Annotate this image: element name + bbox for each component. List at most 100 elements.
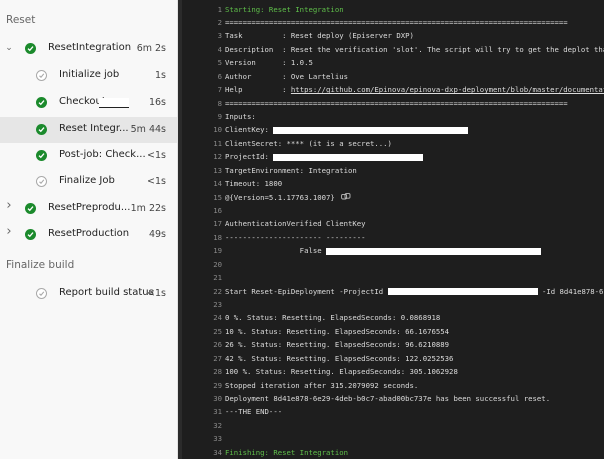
chevron-down-icon[interactable]: ⌄ [4, 43, 14, 53]
log-line: 10 %. Status: Resetting. ElapsedSeconds:… [225, 325, 449, 339]
log-text: ClientSecret: **** (it is a secret...) [225, 138, 392, 148]
log-text: ---THE END--- [225, 407, 283, 417]
skipped-icon [36, 70, 47, 81]
chevron-right-icon[interactable]: › [4, 225, 14, 238]
line-number: 28 [213, 367, 222, 377]
success-check-icon [36, 124, 47, 135]
success-check-icon [36, 97, 47, 108]
log-text: Inputs: [225, 111, 256, 121]
line-number: 17 [213, 219, 222, 229]
log-line: ---THE END--- [225, 405, 282, 419]
redaction-bar [387, 288, 538, 296]
step-row[interactable]: Report build status <1s [0, 281, 177, 307]
log-line: ========================================… [225, 16, 568, 30]
step-row[interactable]: Reset Integr... 5m 44s [0, 117, 177, 143]
line-number: 34 [213, 447, 222, 457]
log-line: Version : 1.0.5 [225, 56, 313, 70]
success-check-icon [25, 203, 36, 214]
line-number: 30 [213, 393, 222, 403]
redaction-bar [273, 126, 469, 134]
line-number: 24 [213, 313, 222, 323]
redaction-bar [326, 247, 542, 255]
stage-header-reset: Reset [6, 14, 36, 26]
line-number: 9 [217, 111, 222, 121]
log-text: @{Version=5.1.17763.1007} [225, 192, 335, 202]
log-line: Task : Reset deploy (Episerver DXP) [225, 29, 414, 43]
skipped-icon [36, 176, 47, 187]
log-text: Starting: Reset Integration [225, 4, 344, 14]
copy-icon[interactable] [340, 191, 351, 205]
line-number: 12 [213, 152, 222, 162]
log-line: 0 %. Status: Resetting. ElapsedSeconds: … [225, 311, 440, 325]
line-number: 2 [217, 17, 222, 27]
log-text: Deployment 8d41e878-6e29-4deb-b0c7-abad0… [225, 393, 551, 403]
log-line: 26 %. Status: Resetting. ElapsedSeconds:… [225, 338, 449, 352]
line-number: 13 [213, 165, 222, 175]
line-number: 11 [213, 138, 222, 148]
step-row[interactable]: Initialize job 1s [0, 63, 177, 89]
step-label: ResetPreprodu... [48, 202, 131, 213]
skipped-icon [36, 288, 47, 299]
step-duration: <1s [147, 176, 166, 187]
job-row[interactable]: › ResetPreprodu... 1m 22s [0, 196, 177, 222]
help-link[interactable]: https://github.com/Epinova/epinova-dxp-d… [291, 85, 604, 94]
log-text: ---------------------- --------- [225, 232, 366, 242]
log-line: TargetEnvironment: Integration [225, 164, 357, 178]
log-text: 100 %. Status: Resetting. ElapsedSeconds… [225, 367, 458, 377]
line-number: 5 [217, 58, 222, 68]
log-line: Starting: Reset Integration [225, 3, 344, 17]
line-number: 3 [217, 31, 222, 41]
job-steps-panel: Reset ⌄ ResetIntegration 6m 2s Initialize j… [0, 0, 178, 459]
line-number: 19 [213, 246, 222, 256]
log-panel: 1 Starting: Reset Integration 2 ===========… [178, 0, 604, 459]
line-number: 7 [217, 85, 222, 95]
log-text: AuthenticationVerified ClientKey [225, 219, 366, 229]
log-text: Author : Ove Lartelius [225, 71, 349, 81]
log-line: Deployment 8d41e878-6e29-4deb-b0c7-abad0… [225, 392, 550, 406]
log-line: Finishing: Reset Integration [225, 446, 348, 459]
line-number: 16 [213, 205, 222, 215]
step-duration: 6m 2s [136, 43, 166, 54]
stage-header-finalize: Finalize build [6, 259, 75, 271]
log-line: 100 %. Status: Resetting. ElapsedSeconds… [225, 365, 458, 379]
job-row[interactable]: ⌄ ResetIntegration 6m 2s [0, 36, 177, 62]
job-row[interactable]: › ResetProduction 49s [0, 222, 177, 248]
log-line: False [225, 244, 542, 258]
redaction-box [99, 98, 129, 108]
step-row[interactable]: Post-job: Check... <1s [0, 143, 177, 169]
log-line: Author : Ove Lartelius [225, 70, 348, 84]
step-label: Post-job: Check... [59, 149, 146, 160]
step-row[interactable]: Checkout 16s [0, 90, 177, 116]
log-text-after: -Id 8d41e878-6 [537, 286, 604, 296]
success-check-icon [25, 43, 36, 54]
step-label: ResetProduction [48, 228, 130, 239]
log-text: ========================================… [225, 17, 568, 27]
log-text: TargetEnvironment: Integration [225, 165, 357, 175]
line-number: 18 [213, 232, 222, 242]
line-number: 6 [217, 71, 222, 81]
log-text: 0 %. Status: Resetting. ElapsedSeconds: … [225, 313, 441, 323]
chevron-right-icon[interactable]: › [4, 199, 14, 212]
log-line: ---------------------- --------- [225, 231, 366, 245]
log-line: ProjectId: [225, 150, 424, 164]
line-number: 8 [217, 98, 222, 108]
step-duration: <1s [147, 288, 166, 299]
step-duration: 1m 22s [130, 203, 166, 214]
step-label: ResetIntegration [48, 42, 132, 53]
step-row[interactable]: Finalize Job <1s [0, 169, 177, 195]
step-duration: <1s [147, 150, 166, 161]
line-number: 25 [213, 326, 222, 336]
log-line: ClientSecret: **** (it is a secret...) [225, 137, 392, 151]
step-label: Reset Integr... [59, 123, 129, 134]
log-line: Start Reset-EpiDeployment -ProjectId -Id… [225, 285, 603, 299]
step-label: Finalize Job [59, 175, 115, 186]
log-text: ========================================… [225, 98, 568, 108]
step-label: Initialize job [59, 69, 120, 80]
line-number: 10 [213, 125, 222, 135]
log-line: 42 %. Status: Resetting. ElapsedSeconds:… [225, 352, 453, 366]
line-number: 22 [213, 286, 222, 296]
log-line: Inputs: [225, 110, 256, 124]
step-duration: 1s [155, 70, 166, 81]
success-check-icon [25, 229, 36, 240]
log-text: Timeout: 1800 [225, 179, 283, 189]
